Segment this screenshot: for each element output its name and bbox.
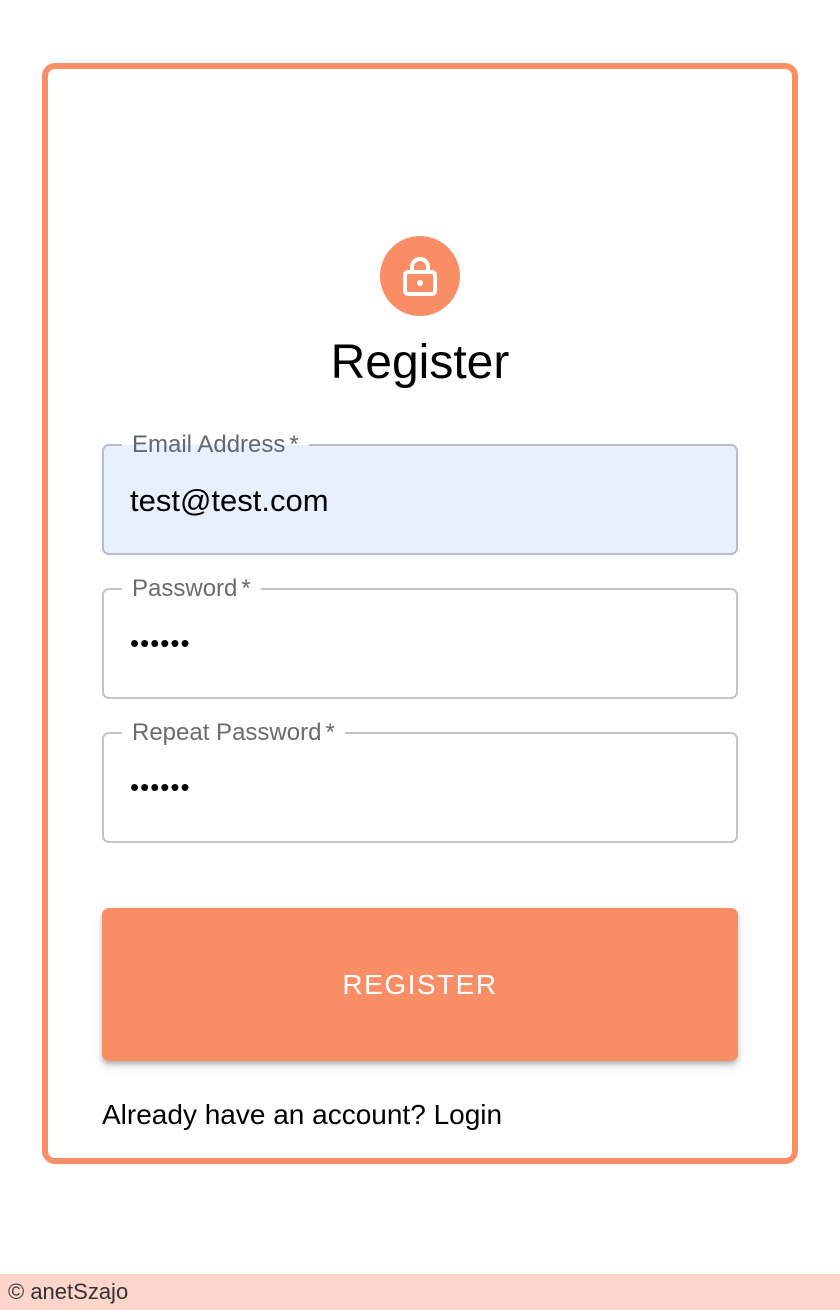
password-field[interactable]: Password * ••••••: [102, 574, 738, 699]
password-label: Password *: [122, 574, 261, 604]
required-asterisk: *: [241, 575, 251, 602]
email-field[interactable]: Email Address * test@test.com: [102, 430, 738, 555]
register-button[interactable]: REGISTER: [102, 908, 738, 1061]
copyright-text: © anetSzajo: [8, 1279, 129, 1304]
lock-icon: [403, 257, 437, 296]
login-prompt-text: Already have an account?: [102, 1099, 426, 1130]
email-label: Email Address *: [122, 430, 309, 460]
email-value: test@test.com: [130, 483, 329, 518]
avatar: [380, 236, 460, 316]
repeat-password-label: Repeat Password *: [122, 718, 345, 748]
login-link[interactable]: Login: [434, 1099, 503, 1130]
repeat-password-value: ••••••: [130, 772, 191, 802]
required-asterisk: *: [289, 431, 299, 458]
password-value: ••••••: [130, 628, 191, 658]
repeat-password-field[interactable]: Repeat Password * ••••••: [102, 718, 738, 843]
page-title: Register: [330, 336, 510, 389]
required-asterisk: *: [325, 719, 335, 746]
login-prompt: Already have an account? Login: [102, 1097, 502, 1133]
footer: © anetSzajo: [0, 1274, 840, 1310]
